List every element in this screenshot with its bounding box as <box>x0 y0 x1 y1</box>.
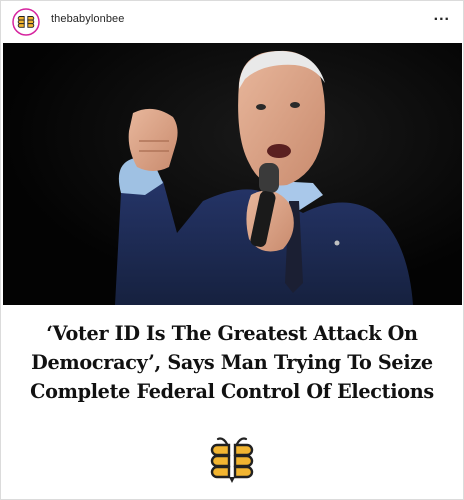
username[interactable]: thebabylonbee <box>51 13 124 25</box>
more-options-icon[interactable]: ... <box>434 7 450 25</box>
speaker-photo-illustration <box>3 43 462 305</box>
post-photo[interactable] <box>3 43 462 305</box>
instagram-post: thebabylonbee ... ‘Voter ID Is The Great… <box>0 0 464 500</box>
headline-line: Democracy’, Says Man Trying To Seize <box>31 351 433 374</box>
avatar[interactable] <box>12 8 40 36</box>
headline-line: Complete Federal Control Of Elections <box>30 380 434 403</box>
headline-line: ‘Voter ID Is The Greatest Attack On <box>46 322 418 345</box>
post-header: thebabylonbee ... <box>1 1 463 41</box>
post-headline: ‘Voter ID Is The Greatest Attack On Demo… <box>1 319 463 406</box>
babylon-bee-logo-icon <box>210 437 254 483</box>
